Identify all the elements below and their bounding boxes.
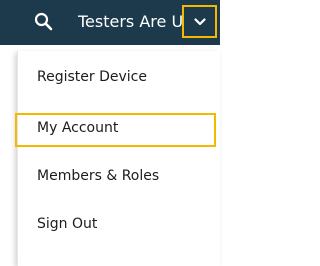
menu-item-register-device[interactable]: Register Device — [18, 57, 221, 97]
menu-item-sign-out[interactable]: Sign Out — [18, 204, 221, 244]
chevron-down-icon — [194, 18, 206, 26]
search-icon — [34, 12, 53, 31]
account-dropdown-menu: Register Device My Account Members & Rol… — [15, 51, 221, 266]
top-bar: Testers Are Us — [0, 0, 220, 45]
search-button[interactable] — [33, 11, 55, 33]
page: Testers Are Us Register Device My Accoun… — [0, 0, 220, 266]
menu-item-members-roles[interactable]: Members & Roles — [18, 156, 221, 196]
organization-name: Testers Are Us — [78, 12, 184, 31]
menu-item-my-account[interactable]: My Account — [18, 108, 221, 148]
account-menu-toggle[interactable] — [182, 5, 217, 38]
